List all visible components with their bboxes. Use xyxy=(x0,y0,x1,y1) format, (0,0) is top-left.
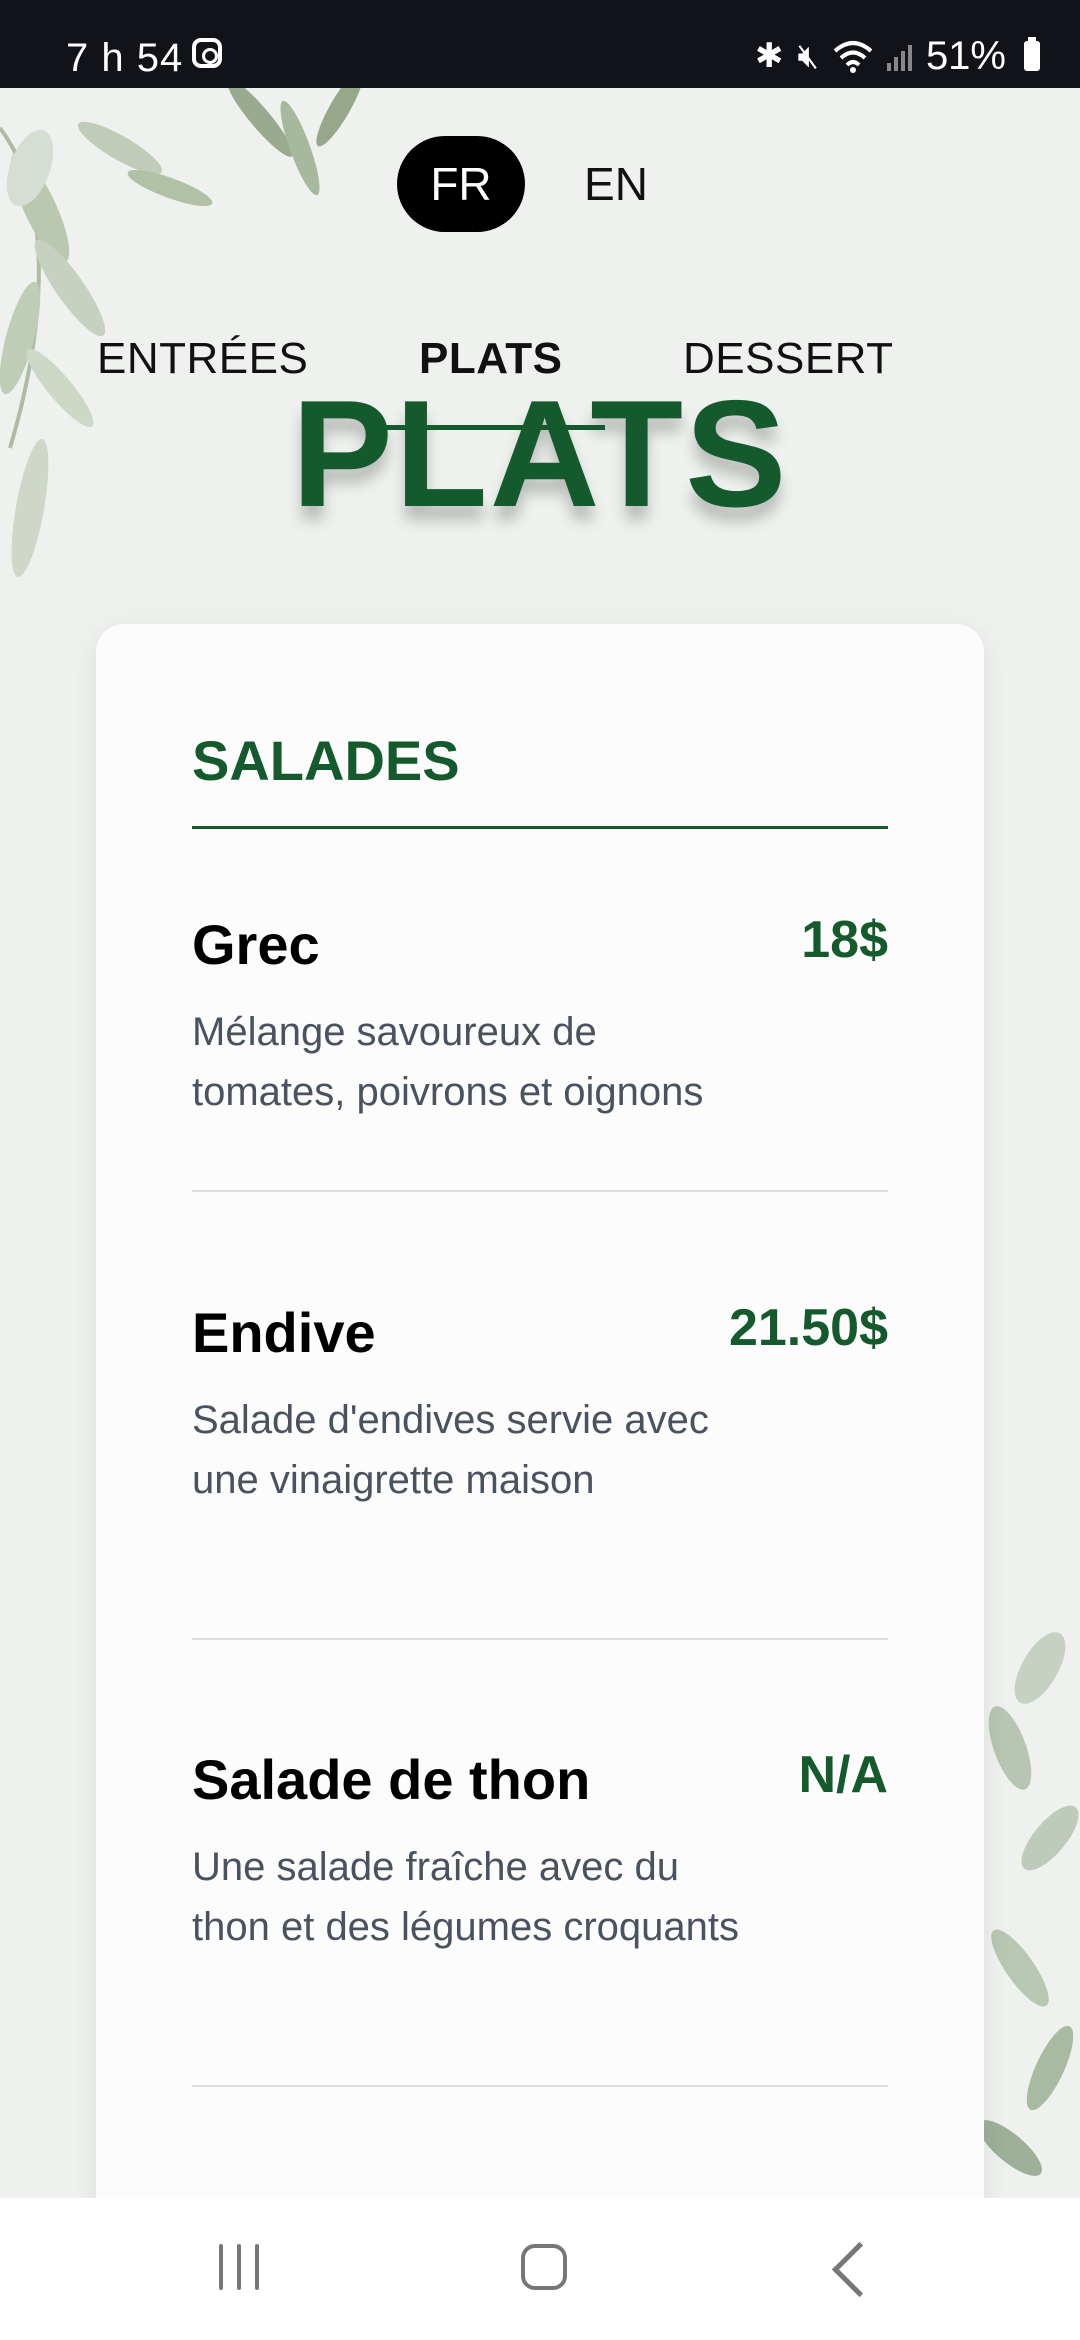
item-divider xyxy=(192,1190,888,1192)
item-name: Salade de thon xyxy=(192,1748,591,1811)
status-bar: 7 h 54 ✱ 🔇︎ 51% xyxy=(0,0,1080,88)
signal-icon xyxy=(886,41,912,71)
item-description: Une salade fraîche avec du thon et des l… xyxy=(192,1845,740,1949)
tab-dessert[interactable]: DESSERT xyxy=(683,334,894,384)
battery-icon xyxy=(1024,37,1040,71)
battery-percent: 51% xyxy=(925,33,1006,78)
item-name: Endive xyxy=(192,1301,376,1364)
item-price: N/A xyxy=(798,1746,888,1804)
status-icons: ✱ 🔇︎ 51% xyxy=(755,34,1040,78)
item-description: Salade d'endives servie avec une vinaigr… xyxy=(192,1398,709,1502)
system-navigation-bar xyxy=(0,2198,1080,2340)
item-divider xyxy=(192,2085,888,2087)
back-icon[interactable] xyxy=(831,2241,888,2298)
item-description: Mélange savoureux de tomates, poivrons e… xyxy=(192,1010,704,1114)
language-fr-button[interactable]: FR xyxy=(397,136,525,232)
instagram-icon xyxy=(192,38,222,68)
item-price: 21.50$ xyxy=(728,1299,888,1357)
page-title: PLATS xyxy=(291,369,789,539)
tab-entrees[interactable]: ENTRÉES xyxy=(97,334,308,384)
section-divider xyxy=(192,826,888,829)
title-decoration-line xyxy=(385,425,605,430)
tab-plats[interactable]: PLATS xyxy=(419,334,562,384)
bluetooth-icon: ✱ xyxy=(755,37,784,75)
language-en-button[interactable]: EN xyxy=(560,136,672,232)
item-divider xyxy=(192,1638,888,1640)
wifi-icon xyxy=(833,41,873,73)
recent-apps-icon[interactable] xyxy=(219,2244,259,2290)
item-price: 18$ xyxy=(801,911,888,969)
home-icon[interactable] xyxy=(521,2244,567,2290)
status-time: 7 h 54 xyxy=(66,36,184,80)
item-name: Grec xyxy=(192,913,320,976)
mute-icon: 🔇︎ xyxy=(797,37,819,75)
section-title: SALADES xyxy=(192,729,460,792)
